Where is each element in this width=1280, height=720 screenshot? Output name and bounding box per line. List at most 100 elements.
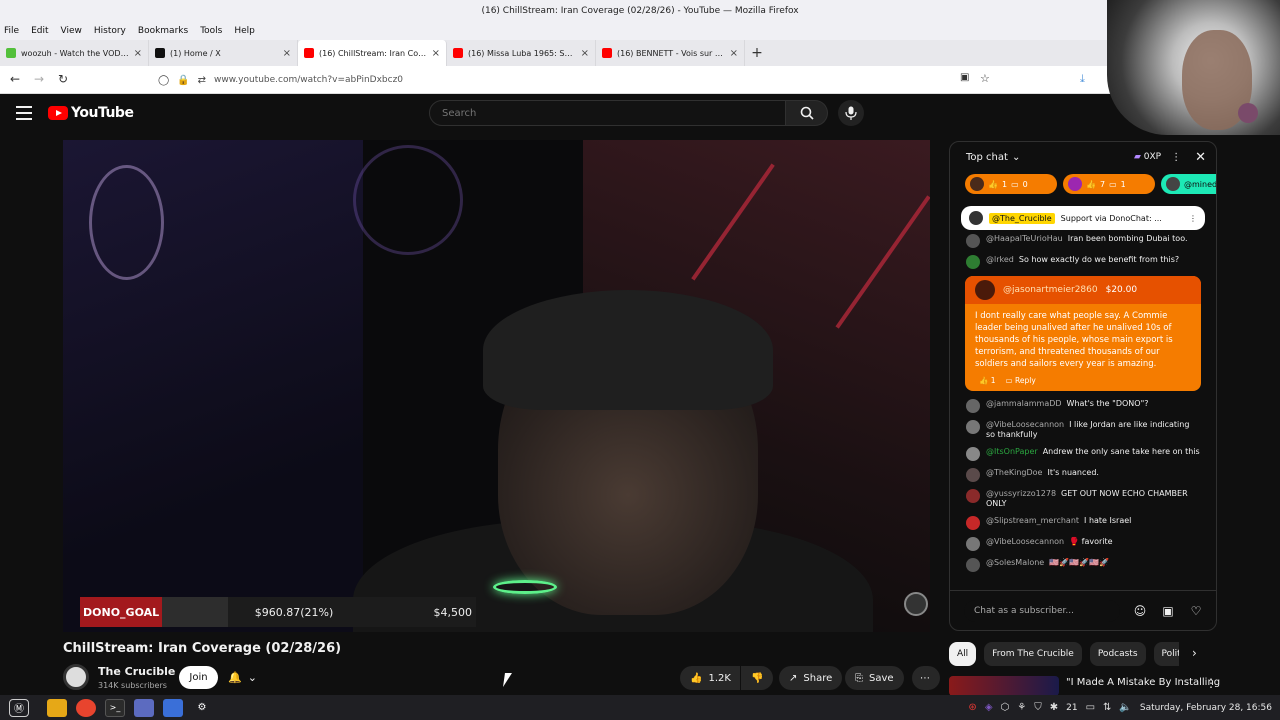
like-button[interactable]: 👍 1.2K bbox=[680, 666, 740, 690]
shield-icon[interactable]: ◯ bbox=[158, 75, 169, 86]
chat-author[interactable]: @Slipstream_merchant bbox=[986, 516, 1079, 525]
recommended-title[interactable]: "I Made A Mistake By Installing bbox=[1066, 677, 1220, 688]
permissions-icon[interactable]: ⇄ bbox=[198, 75, 206, 86]
new-tab-button[interactable]: + bbox=[745, 40, 769, 66]
reload-icon[interactable]: ↻ bbox=[58, 72, 68, 86]
chip-all[interactable]: All bbox=[949, 642, 977, 666]
browser-tab[interactable]: woozuh - Watch the VOD on × bbox=[0, 40, 149, 66]
bookmark-star-icon[interactable]: ☆ bbox=[980, 72, 990, 85]
display-icon[interactable]: ▭ bbox=[1086, 702, 1095, 713]
close-chat-icon[interactable]: ✕ bbox=[1195, 150, 1206, 165]
tab-strip: woozuh - Watch the VOD on × (1) Home / X… bbox=[0, 40, 1280, 66]
super-chat-like[interactable]: 👍 1 bbox=[979, 376, 996, 385]
more-vertical-icon[interactable]: ⋮ bbox=[1205, 676, 1217, 690]
search-button[interactable] bbox=[786, 100, 828, 126]
browser-tab[interactable]: (1) Home / X × bbox=[149, 40, 298, 66]
super-chat-reply[interactable]: ▭ Reply bbox=[1006, 376, 1036, 385]
menu-history[interactable]: History bbox=[94, 22, 126, 40]
tray-app-icon[interactable]: ⚘ bbox=[1017, 702, 1026, 713]
chat-author[interactable]: @yussyrizzo1278 bbox=[986, 489, 1056, 498]
xp-badge[interactable]: ▰ 0XP bbox=[1134, 152, 1161, 162]
tray-app-icon[interactable]: ⊛ bbox=[968, 702, 976, 713]
chat-author[interactable]: @HaapalTeUrioHau bbox=[986, 234, 1063, 243]
volume-icon[interactable]: 🔈 bbox=[1119, 702, 1131, 713]
tab-close-icon[interactable]: × bbox=[581, 48, 589, 59]
settings-icon[interactable]: ⚙ bbox=[192, 699, 212, 717]
dislike-button[interactable]: 👎 bbox=[741, 666, 773, 690]
tray-app-icon[interactable]: ◈ bbox=[985, 702, 993, 713]
chat-author[interactable]: @VibeLoosecannon bbox=[986, 420, 1064, 429]
browser-tab[interactable]: (16) Missa Luba 1965: Sanch × bbox=[447, 40, 596, 66]
join-button[interactable]: Join bbox=[179, 666, 218, 689]
menu-bookmarks[interactable]: Bookmarks bbox=[138, 22, 188, 40]
back-icon[interactable]: ← bbox=[10, 72, 20, 86]
channel-watermark-icon[interactable] bbox=[904, 592, 928, 616]
tab-close-icon[interactable]: × bbox=[432, 48, 440, 59]
tab-close-icon[interactable]: × bbox=[283, 48, 291, 59]
downloads-icon[interactable]: ⤓ bbox=[1080, 72, 1085, 86]
menu-tools[interactable]: Tools bbox=[200, 22, 222, 40]
tray-count[interactable]: 21 bbox=[1066, 703, 1077, 713]
notes-icon[interactable] bbox=[134, 698, 154, 717]
reader-view-icon[interactable]: ▣ bbox=[960, 72, 969, 83]
chat-author[interactable]: @TheKingDoe bbox=[986, 468, 1042, 477]
chip-politics[interactable]: Politics bbox=[1153, 642, 1179, 666]
super-chat-icon[interactable]: ▣ bbox=[1160, 603, 1176, 619]
voice-search-button[interactable] bbox=[838, 100, 864, 126]
channel-name[interactable]: The Crucible bbox=[98, 665, 175, 678]
more-actions-button[interactable]: ⋯ bbox=[912, 666, 940, 690]
ticker-item[interactable]: 👍 1 ▭ 0 bbox=[965, 174, 1057, 194]
ticker-item[interactable]: 👍 7 ▭ 1 bbox=[1063, 174, 1155, 194]
youtube-logo[interactable]: YouTube bbox=[48, 105, 134, 121]
video-player[interactable]: DONO_GOAL $960.87(21%) $4,500 bbox=[63, 140, 930, 632]
menu-help[interactable]: Help bbox=[234, 22, 255, 40]
chat-input[interactable]: Chat as a subscriber... bbox=[964, 599, 1120, 622]
search-input[interactable] bbox=[430, 101, 785, 126]
chip-podcasts[interactable]: Podcasts bbox=[1089, 642, 1146, 666]
super-chat-author[interactable]: @jasonartmeier2860 bbox=[1003, 285, 1098, 295]
network-icon[interactable]: ⇅ bbox=[1103, 702, 1111, 713]
account-avatar[interactable] bbox=[1238, 103, 1258, 123]
start-icon[interactable]: Ⓜ bbox=[9, 698, 29, 717]
terminal-icon[interactable]: >_ bbox=[105, 698, 125, 717]
menu-edit[interactable]: Edit bbox=[31, 22, 48, 40]
chat-author[interactable]: @ItsOnPaper bbox=[986, 447, 1038, 456]
recommended-thumbnail[interactable] bbox=[949, 676, 1059, 696]
tab-close-icon[interactable]: × bbox=[730, 48, 738, 59]
url-bar[interactable]: ◯ 🔒 ⇄ www.youtube.com/watch?v=abPinDxbcz… bbox=[150, 69, 1000, 91]
chat-menu-icon[interactable]: ⋮ bbox=[1171, 152, 1181, 163]
chevron-right-icon[interactable]: › bbox=[1192, 646, 1197, 660]
share-button[interactable]: ↗ Share bbox=[779, 666, 843, 690]
chat-author[interactable]: @jammalammaDD bbox=[986, 399, 1062, 408]
chat-mode-dropdown[interactable]: Top chat bbox=[966, 152, 1008, 163]
browser-icon[interactable] bbox=[76, 698, 96, 717]
tab-close-icon[interactable]: × bbox=[134, 48, 142, 59]
update-icon[interactable]: ✱ bbox=[1050, 702, 1058, 713]
chat-author[interactable]: @lrked bbox=[986, 255, 1014, 264]
lock-icon[interactable]: 🔒 bbox=[177, 75, 189, 86]
notification-bell-button[interactable]: 🔔 ⌄ bbox=[228, 666, 270, 689]
folder-icon[interactable] bbox=[47, 698, 67, 717]
forward-icon[interactable]: → bbox=[34, 72, 44, 86]
channel-avatar[interactable] bbox=[63, 664, 89, 690]
browser-tab[interactable]: (16) BENNETT - Vois sur ton × bbox=[596, 40, 745, 66]
browser-tab-active[interactable]: (16) ChillStream: Iran Covera × bbox=[298, 40, 447, 66]
security-icon[interactable]: ⛉ bbox=[1034, 702, 1042, 713]
emoji-icon[interactable]: ☺ bbox=[1132, 603, 1148, 619]
save-button[interactable]: ⎘ Save bbox=[845, 666, 904, 690]
chat-author[interactable]: @VibeLoosecannon bbox=[986, 537, 1064, 546]
ticker-item[interactable]: @mined bbox=[1161, 174, 1216, 194]
menu-view[interactable]: View bbox=[61, 22, 82, 40]
chip-from-channel[interactable]: From The Crucible bbox=[984, 642, 1082, 666]
url-text[interactable]: www.youtube.com/watch?v=abPinDxbcz0 bbox=[214, 75, 403, 85]
chat-author[interactable]: @SolesMalone bbox=[986, 558, 1044, 567]
menu-icon[interactable] bbox=[16, 106, 32, 120]
mail-icon[interactable] bbox=[163, 698, 183, 717]
more-vertical-icon[interactable]: ⋮ bbox=[1189, 214, 1197, 223]
tray-app-icon[interactable]: ⬡ bbox=[1001, 702, 1010, 713]
clock[interactable]: Saturday, February 28, 16:56 bbox=[1140, 703, 1272, 713]
heart-icon[interactable]: ♡ bbox=[1188, 603, 1204, 619]
chevron-down-icon[interactable]: ⌄ bbox=[1012, 152, 1020, 163]
pinned-message[interactable]: @The_Crucible Support via DonoChat: ... … bbox=[961, 206, 1205, 230]
menu-file[interactable]: File bbox=[4, 22, 19, 40]
